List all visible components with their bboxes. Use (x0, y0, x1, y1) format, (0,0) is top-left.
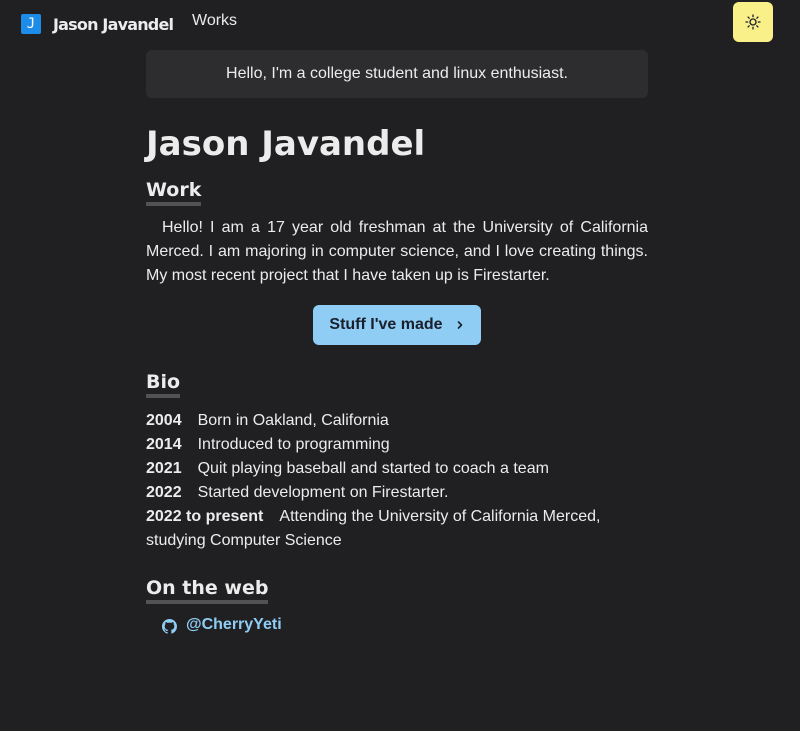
work-paragraph: Hello! I am a 17 year old freshman at th… (146, 219, 648, 284)
work-heading: Work (146, 178, 202, 206)
bio-text: Introduced to programming (197, 436, 390, 453)
github-icon (162, 619, 177, 634)
chevron-right-icon (455, 317, 465, 333)
bio-year: 2022 to present (146, 508, 264, 525)
bio-entry: 2004 Born in Oakland, California (146, 409, 648, 433)
bio-year: 2021 (146, 460, 182, 477)
bio-text: Born in Oakland, California (197, 412, 389, 429)
bio-entry: 2022 Started development on Firestarter. (146, 481, 648, 505)
page-title: Jason Javandel (146, 124, 426, 164)
navbar: J Jason Javandel Works (0, 0, 800, 46)
nav-link-works[interactable]: Works (192, 12, 237, 30)
bio-year: 2014 (146, 436, 182, 453)
main-content: Hello, I'm a college student and linux e… (146, 50, 648, 634)
works-button[interactable]: Stuff I've made (313, 305, 481, 345)
bio-entry: 2022 to present Attending the University … (146, 505, 648, 553)
bio-list: 2004 Born in Oakland, California 2014 Intr… (146, 409, 648, 553)
logo-icon: J (21, 14, 41, 34)
site-logo[interactable]: J Jason Javandel (21, 14, 174, 34)
web-heading: On the web (146, 576, 269, 604)
github-link[interactable]: @CherryYeti (162, 616, 648, 634)
bio-year: 2004 (146, 412, 182, 429)
work-button-row: Stuff I've made (146, 305, 648, 345)
bio-text: Started development on Firestarter. (197, 484, 449, 501)
bio-entry: 2014 Introduced to programming (146, 433, 648, 457)
github-handle: @CherryYeti (186, 616, 282, 633)
bio-heading: Bio (146, 370, 181, 398)
theme-toggle-button[interactable] (733, 2, 773, 42)
bio-entry: 2021 Quit playing baseball and started to… (146, 457, 648, 481)
sun-icon (745, 14, 761, 30)
bio-text: Quit playing baseball and started to coa… (197, 460, 549, 477)
bio-year: 2022 (146, 484, 182, 501)
logo-text: Jason Javandel (53, 14, 174, 34)
works-button-label: Stuff I've made (329, 316, 443, 333)
greeting-banner: Hello, I'm a college student and linux e… (146, 50, 648, 98)
